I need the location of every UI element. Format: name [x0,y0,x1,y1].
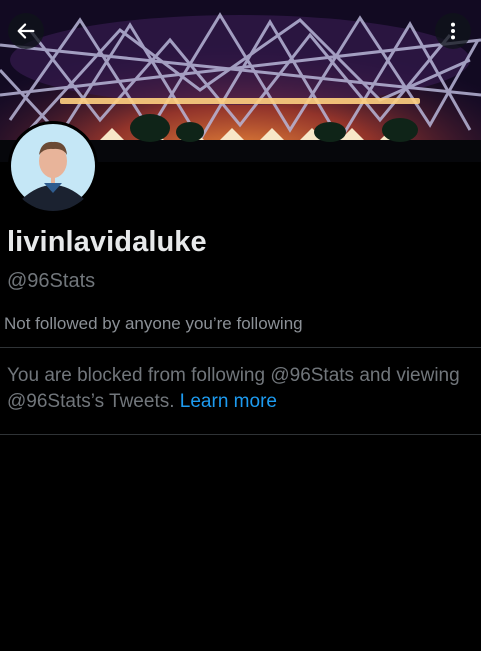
arrow-left-icon [17,23,35,39]
more-options-button[interactable] [435,13,471,49]
avatar-image [8,121,98,211]
profile-display-name: livinlavidaluke [7,226,207,258]
profile-handle: @96Stats [7,270,96,292]
followed-by-note: Not followed by anyone you’re following [4,314,303,333]
divider [0,347,481,348]
avatar[interactable] [8,121,98,211]
blocked-notice: You are blocked from following @96Stats … [7,363,467,415]
learn-more-link[interactable]: Learn more [180,391,277,412]
more-vertical-icon [450,22,456,40]
back-button[interactable] [8,13,44,49]
divider [0,434,481,435]
